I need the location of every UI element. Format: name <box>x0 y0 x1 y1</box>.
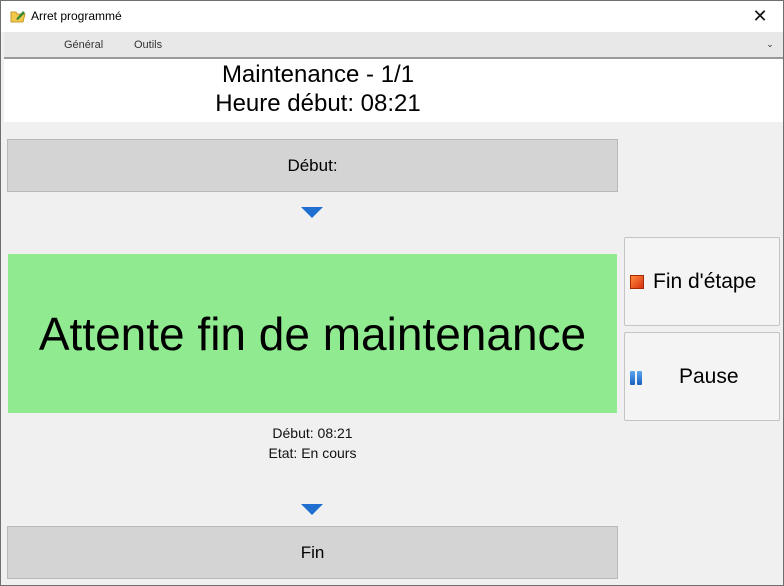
arrow-down-icon <box>301 207 323 218</box>
end-step-label: Fin d'étape <box>653 270 757 293</box>
arrow-down-icon <box>301 504 323 515</box>
menu-item-general[interactable]: Général <box>64 39 103 51</box>
pause-button[interactable]: Pause <box>624 332 780 421</box>
step-end: Fin <box>7 526 618 579</box>
stop-icon <box>630 275 644 289</box>
close-button[interactable]: ✕ <box>737 1 783 32</box>
current-step-label: Attente fin de maintenance <box>38 307 587 360</box>
app-window: Arret programmé ✕ Général Outils ⌄ Maint… <box>0 0 784 586</box>
step-start-label: Début: <box>287 155 338 175</box>
title-bar: Arret programmé ✕ <box>1 1 783 32</box>
end-step-button[interactable]: Fin d'étape <box>624 237 780 326</box>
step-start: Début: <box>7 139 618 192</box>
chevron-down-icon[interactable]: ⌄ <box>763 37 777 51</box>
start-time-heading: Heure début: 08:21 <box>215 90 421 117</box>
current-step-start-time: Début: 08:21 <box>272 425 353 441</box>
menu-item-outils[interactable]: Outils <box>134 39 162 51</box>
window-title: Arret programmé <box>31 9 122 23</box>
step-end-label: Fin <box>300 542 325 562</box>
close-icon: ✕ <box>752 6 768 26</box>
current-step-state: Etat: En cours <box>268 445 357 461</box>
header-panel: Maintenance - 1/1 Heure début: 08:21 <box>4 59 783 122</box>
menu-bar: Général Outils ⌄ <box>4 32 783 59</box>
pause-icon <box>630 371 643 385</box>
pause-label: Pause <box>679 365 739 388</box>
maintenance-title: Maintenance - 1/1 <box>221 61 415 88</box>
current-step: Attente fin de maintenance <box>8 254 617 413</box>
folder-pencil-icon <box>10 11 26 23</box>
